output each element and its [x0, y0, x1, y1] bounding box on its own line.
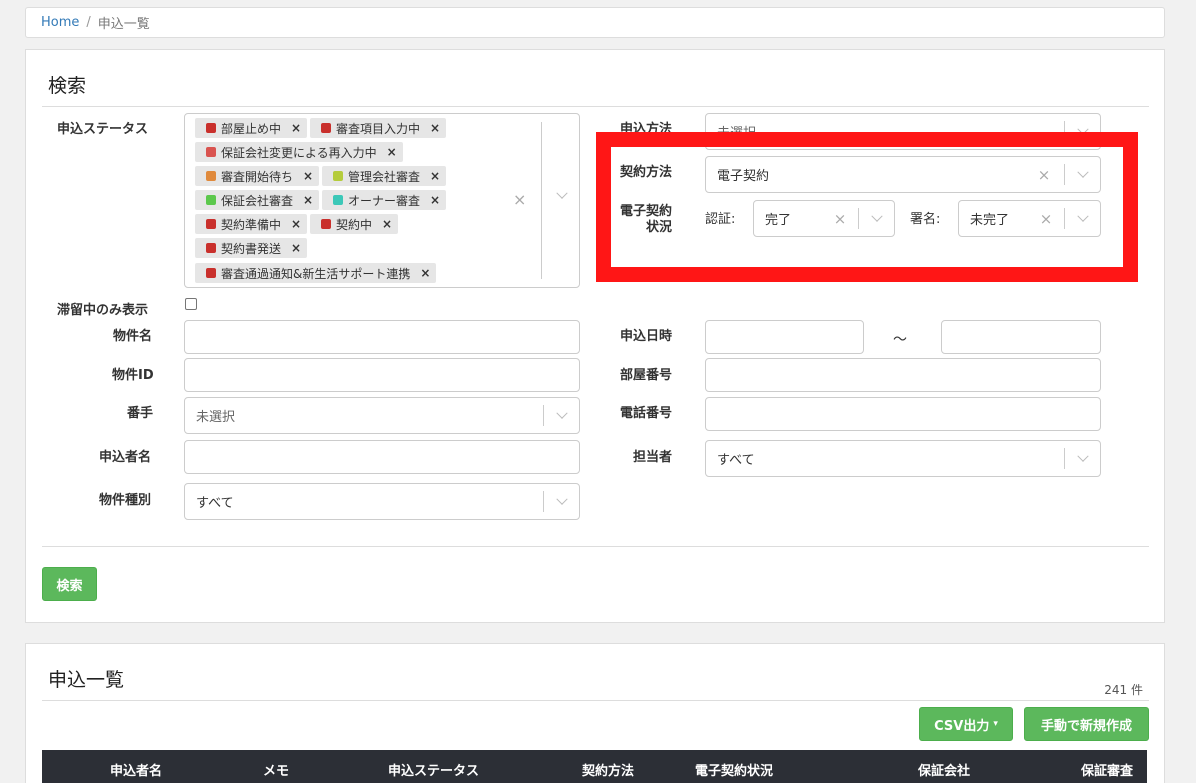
property-name-input[interactable] — [184, 320, 580, 354]
staff-label: 担当者 — [633, 450, 673, 465]
applicant-label: 申込者名 — [99, 450, 152, 465]
room-number-input[interactable] — [705, 358, 1101, 392]
chip-remove-icon[interactable]: × — [430, 193, 440, 207]
chip-remove-icon[interactable]: × — [387, 145, 397, 159]
breadcrumb: Home / 申込一覧 — [25, 7, 1165, 38]
chip-remove-icon[interactable]: × — [303, 193, 313, 207]
date-range-tilde: ～ — [893, 332, 907, 348]
column-econtract-status[interactable]: 電子契約状況 — [695, 760, 773, 779]
banchi-label: 番手 — [127, 406, 154, 421]
manual-create-button[interactable]: 手動で新規作成 — [1024, 707, 1149, 741]
status-chip: 審査開始待ち × — [195, 166, 320, 186]
column-contract-method[interactable]: 契約方法 — [582, 760, 634, 779]
status-color-dot — [206, 219, 216, 229]
column-memo[interactable]: メモ — [263, 760, 289, 779]
status-color-dot — [206, 171, 216, 181]
banchi-select-value: 未選択 — [196, 410, 236, 425]
status-color-dot — [321, 219, 331, 229]
status-label: 申込ステータス — [57, 122, 149, 137]
breadcrumb-current: 申込一覧 — [97, 17, 150, 32]
clear-all-icon[interactable]: × — [513, 190, 526, 209]
list-title-divider — [42, 700, 1149, 701]
status-chip: 契約準備中 × — [195, 214, 308, 234]
property-type-value: すべて — [196, 496, 234, 511]
column-applicant-name[interactable]: 申込者名 — [110, 760, 162, 779]
status-chip: オーナー審査 × — [322, 190, 447, 210]
result-count: 241 件 — [1104, 683, 1143, 697]
caret-down-icon: ▾ — [993, 719, 998, 729]
apply-date-label: 申込日時 — [620, 329, 673, 344]
search-title-divider — [42, 106, 1149, 107]
status-chip: 管理会社審査 × — [322, 166, 447, 186]
search-footer-divider — [42, 546, 1149, 547]
apply-date-from-input[interactable] — [705, 320, 864, 354]
csv-export-button[interactable]: CSV出力 ▾ — [919, 707, 1013, 741]
highlight-box — [596, 132, 1138, 282]
status-color-dot — [206, 268, 216, 278]
staff-select[interactable]: すべて — [705, 440, 1101, 477]
column-guarantor-review[interactable]: 保証審査 — [1081, 760, 1133, 779]
chip-remove-icon[interactable]: × — [382, 217, 392, 231]
chip-remove-icon[interactable]: × — [430, 169, 440, 183]
stagnant-checkbox[interactable] — [185, 298, 197, 310]
column-guarantor[interactable]: 保証会社 — [918, 760, 970, 779]
table-header: 申込者名 メモ 申込ステータス 契約方法 電子契約状況 保証会社 保証審査 — [42, 750, 1147, 783]
status-color-dot — [333, 171, 343, 181]
status-chip: 契約中 × — [310, 214, 399, 234]
breadcrumb-home-link[interactable]: Home — [41, 15, 79, 30]
property-id-label: 物件ID — [112, 368, 154, 383]
status-chip: 審査項目入力中 × — [310, 118, 447, 138]
breadcrumb-separator: / — [86, 15, 91, 30]
phone-label: 電話番号 — [620, 406, 673, 421]
status-color-dot — [333, 195, 343, 205]
multiselect-divider — [541, 122, 542, 279]
status-chip: 審査通過通知&新生活サポート連携 × — [195, 263, 437, 283]
apply-date-to-input[interactable] — [941, 320, 1101, 354]
chevron-down-icon[interactable] — [543, 405, 580, 426]
chip-remove-icon[interactable]: × — [291, 217, 301, 231]
property-type-select[interactable]: すべて — [184, 483, 580, 520]
status-color-dot — [206, 147, 216, 157]
column-status[interactable]: 申込ステータス — [388, 760, 479, 779]
room-no-label: 部屋番号 — [620, 368, 673, 383]
chevron-down-icon[interactable] — [1064, 448, 1101, 469]
applicant-name-input[interactable] — [184, 440, 580, 474]
staff-select-value: すべて — [717, 453, 755, 468]
search-panel-title: 検索 — [48, 75, 87, 97]
stagnant-label: 滞留中のみ表示 — [57, 303, 149, 318]
chevron-down-icon[interactable] — [547, 187, 577, 200]
status-chip: 保証会社変更による再入力中 × — [195, 142, 403, 162]
chip-remove-icon[interactable]: × — [303, 169, 313, 183]
status-chip: 部屋止め中 × — [195, 118, 308, 138]
status-chip: 保証会社審査 × — [195, 190, 320, 210]
banchi-select[interactable]: 未選択 — [184, 397, 580, 434]
phone-number-input[interactable] — [705, 397, 1101, 431]
chip-remove-icon[interactable]: × — [291, 121, 301, 135]
chip-remove-icon[interactable]: × — [420, 266, 430, 280]
status-color-dot — [206, 195, 216, 205]
status-color-dot — [321, 123, 331, 133]
status-color-dot — [206, 243, 216, 253]
list-panel-title: 申込一覧 — [48, 669, 125, 691]
status-multiselect[interactable]: 部屋止め中 × 審査項目入力中 × 保証会社変更による再入力中 × 審査開始待ち × 管… — [184, 113, 580, 288]
property-type-label: 物件種別 — [99, 493, 152, 508]
search-button[interactable]: 検索 — [42, 567, 97, 601]
chevron-down-icon[interactable] — [543, 491, 580, 512]
chip-remove-icon[interactable]: × — [430, 121, 440, 135]
property-name-label: 物件名 — [113, 329, 153, 344]
status-color-dot — [206, 123, 216, 133]
property-id-input[interactable] — [184, 358, 580, 392]
status-chip: 契約書発送 × — [195, 238, 308, 258]
chip-remove-icon[interactable]: × — [291, 241, 301, 255]
